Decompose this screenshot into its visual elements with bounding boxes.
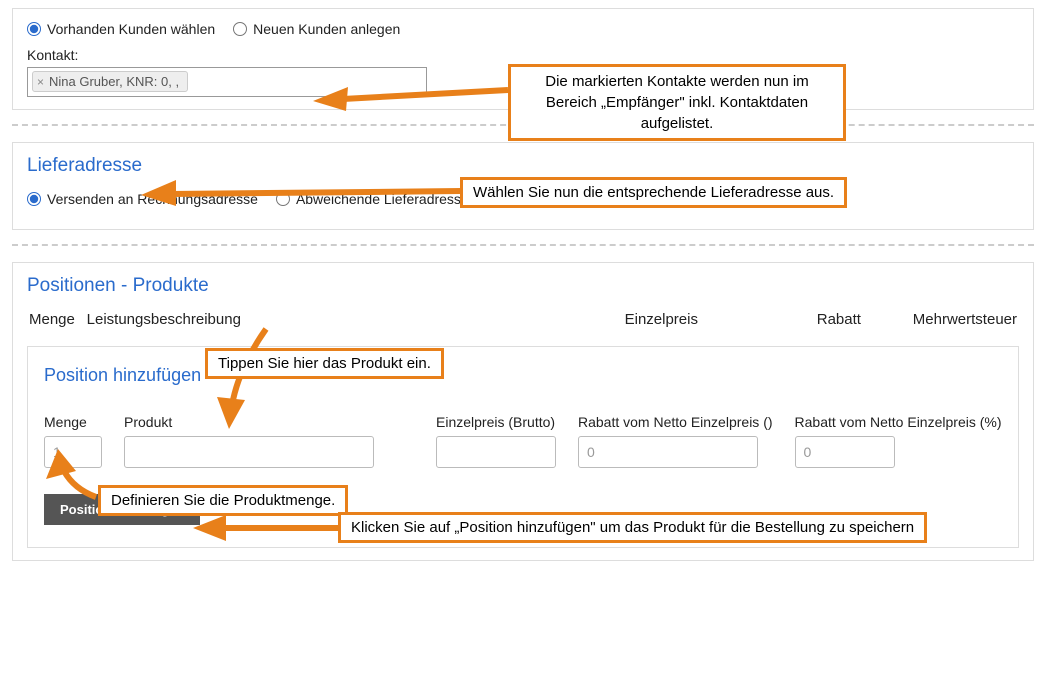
customer-card: Vorhanden Kunden wählen Neuen Kunden anl… [12,8,1034,110]
page-root: Vorhanden Kunden wählen Neuen Kunden anl… [0,0,1046,583]
radio-existing-customer[interactable]: Vorhanden Kunden wählen [27,21,215,37]
annotation-type-product: Tippen Sie hier das Produkt ein. [205,348,444,379]
field-qty: Menge [44,414,102,468]
radio-new-customer-label: Neuen Kunden anlegen [253,21,400,37]
radio-billing-address-input[interactable] [27,192,41,206]
add-position-title: Position hinzufügen [44,365,1002,386]
col-qty: Menge [29,311,87,328]
radio-existing-customer-label: Vorhanden Kunden wählen [47,21,215,37]
radio-other-address[interactable]: Abweichende Lieferadresse [276,191,469,207]
annotation-qty: Definieren Sie die Produktmenge. [98,485,348,516]
customer-mode-radios: Vorhanden Kunden wählen Neuen Kunden anl… [27,21,1019,37]
delivery-title: Lieferadresse [27,155,1019,177]
field-rabatt-abs: Rabatt vom Netto Einzelpreis () [578,414,773,468]
separator-2 [12,244,1034,246]
field-rabatt-pct-label: Rabatt vom Netto Einzelpreis (%) [795,414,1002,430]
field-product-label: Produkt [124,414,374,430]
radio-other-address-input[interactable] [276,192,290,206]
contact-tag[interactable]: × Nina Gruber, KNR: 0, , [32,71,188,92]
radio-existing-customer-input[interactable] [27,22,41,36]
radio-new-customer-input[interactable] [233,22,247,36]
col-desc: Leistungsbeschreibung [87,311,625,328]
radio-billing-address[interactable]: Versenden an Rechnungsadresse [27,191,258,207]
annotation-delivery: Wählen Sie nun die entsprechende Liefera… [460,177,847,208]
annotation-add-button: Klicken Sie auf „Position hinzufügen" um… [338,512,927,543]
field-unitprice: Einzelpreis (Brutto) [436,414,556,468]
contact-input[interactable]: × Nina Gruber, KNR: 0, , [27,67,427,97]
arrow-add-button [193,514,343,543]
radio-billing-address-label: Versenden an Rechnungsadresse [47,191,258,207]
contact-tag-text: Nina Gruber, KNR: 0, , [49,74,179,89]
positions-columns: Menge Leistungsbeschreibung Einzelpreis … [27,311,1019,328]
field-rabatt-abs-label: Rabatt vom Netto Einzelpreis () [578,414,773,430]
delivery-card: Lieferadresse Versenden an Rechnungsadre… [12,142,1034,230]
field-unitprice-label: Einzelpreis (Brutto) [436,414,556,430]
input-qty[interactable] [44,436,102,468]
col-rabatt: Rabatt [817,311,913,328]
close-icon[interactable]: × [37,75,44,89]
field-rabatt-pct: Rabatt vom Netto Einzelpreis (%) [795,414,1002,468]
field-product: Produkt [124,414,374,468]
input-product[interactable] [124,436,374,468]
annotation-contacts: Die markierten Kontakte werden nun im Be… [508,64,846,141]
positions-card: Positionen - Produkte Menge Leistungsbes… [12,262,1034,561]
input-rabatt-pct[interactable] [795,436,895,468]
contact-label: Kontakt: [27,47,1019,63]
radio-other-address-label: Abweichende Lieferadresse [296,191,469,207]
radio-new-customer[interactable]: Neuen Kunden anlegen [233,21,400,37]
field-qty-label: Menge [44,414,102,430]
col-vat: Mehrwertsteuer [913,311,1017,328]
col-unitprice: Einzelpreis [625,311,817,328]
add-position-card: Position hinzufügen Menge Produkt Einzel… [27,346,1019,548]
positions-title: Positionen - Produkte [27,275,1019,297]
input-unitprice[interactable] [436,436,556,468]
input-rabatt-abs[interactable] [578,436,758,468]
add-position-fields: Menge Produkt Einzelpreis (Brutto) Rabat… [44,414,1002,468]
